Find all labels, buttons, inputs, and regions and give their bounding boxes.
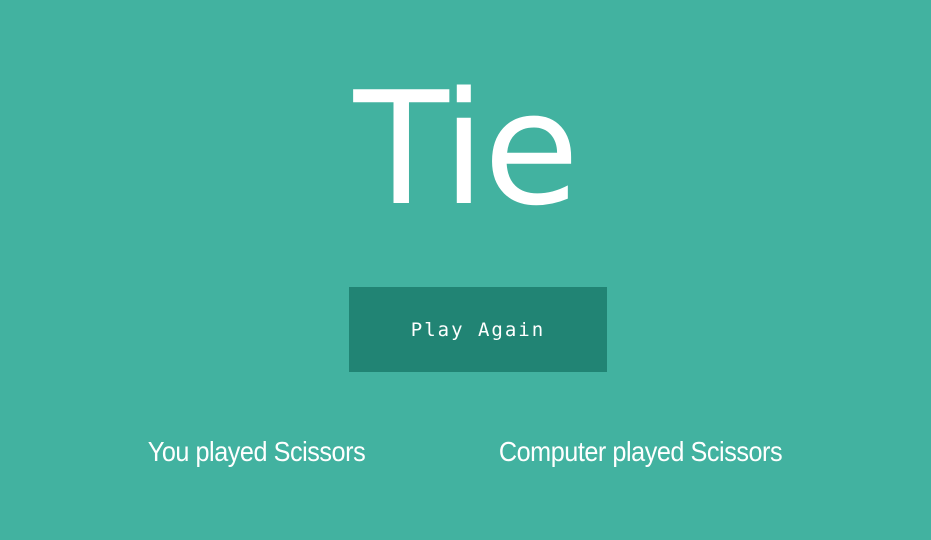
moves-summary: You played Scissors Computer played Scis… (0, 432, 931, 472)
computer-move-text: Computer played Scissors (498, 436, 783, 467)
player-move-text: You played Scissors (147, 436, 366, 467)
result-title: Tie (353, 58, 580, 240)
play-again-button[interactable]: Play Again (349, 287, 607, 372)
